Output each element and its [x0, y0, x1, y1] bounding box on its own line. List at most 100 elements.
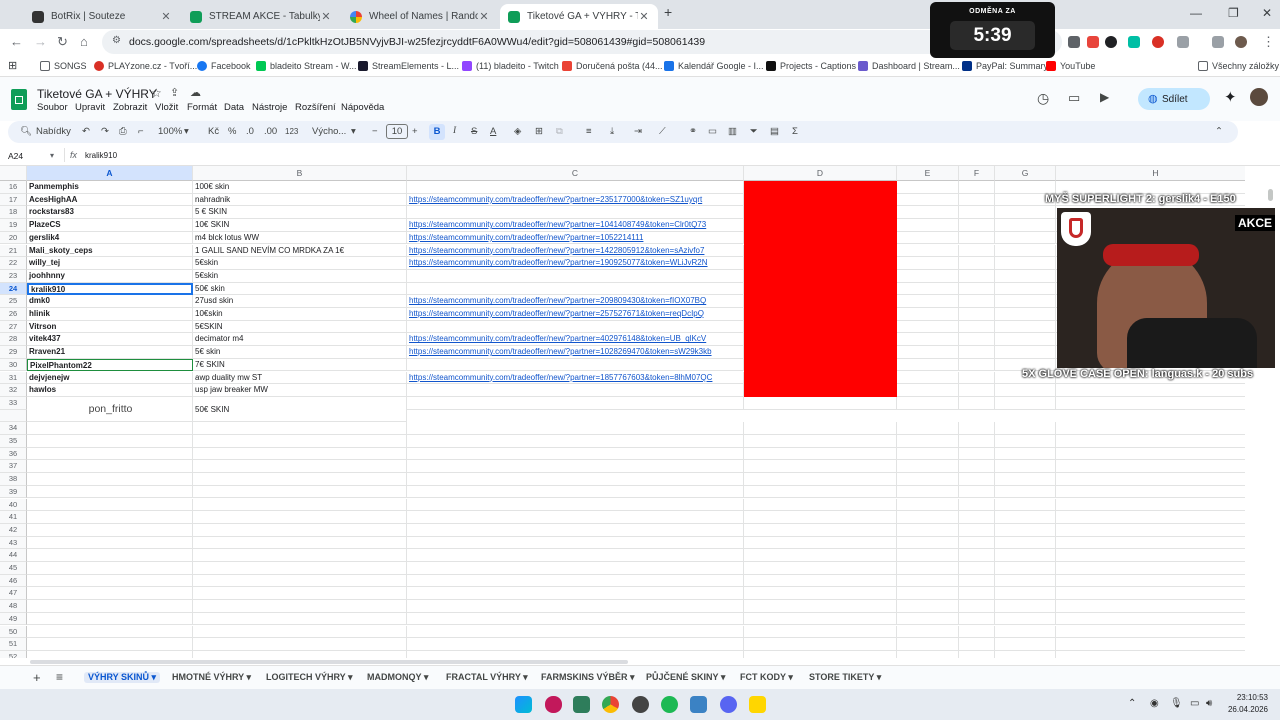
sheet-tab-hmotne-vyhry[interactable]: HMOTNÉ VÝHRY ▾ — [172, 672, 251, 683]
media-icon[interactable] — [1212, 36, 1224, 48]
cell-empty[interactable] — [744, 435, 897, 448]
cell-name[interactable]: rockstars83 — [27, 206, 193, 220]
row-header[interactable]: 51 — [0, 638, 27, 651]
cell-empty[interactable] — [897, 473, 959, 486]
menu-rozsireni[interactable]: Rozšíření — [295, 102, 336, 113]
cell-empty[interactable] — [959, 460, 995, 474]
cell-empty[interactable] — [27, 562, 193, 575]
cell-empty[interactable] — [27, 600, 193, 613]
cell-empty[interactable] — [897, 219, 959, 232]
cell-empty[interactable] — [959, 625, 995, 639]
increase-decimal-button[interactable]: .00 — [264, 126, 277, 137]
clock-time[interactable]: 23:10:53 — [1226, 693, 1268, 702]
cell-empty[interactable] — [27, 536, 193, 550]
row-header[interactable]: 25 — [0, 295, 27, 308]
cell-empty[interactable] — [995, 447, 1056, 461]
close-icon[interactable]: ✕ — [638, 10, 650, 23]
cell-empty[interactable] — [744, 600, 897, 613]
bookmark-facebook[interactable]: Facebook — [197, 61, 251, 71]
browser-tab-tiketove-ga[interactable]: Tiketové GA + VÝHRY - Tabulky ✕ — [500, 4, 658, 29]
cell-prize[interactable]: 5 € SKIN — [193, 206, 407, 220]
cell-empty[interactable] — [995, 396, 1056, 410]
cell-empty[interactable] — [959, 574, 995, 588]
cell-empty[interactable] — [897, 460, 959, 474]
cell-prize[interactable]: 27usd skin — [193, 295, 407, 308]
cell-empty[interactable] — [744, 612, 897, 626]
row-header[interactable]: 26 — [0, 308, 27, 321]
cell-empty[interactable] — [959, 269, 995, 283]
cell-empty[interactable] — [959, 358, 995, 372]
cell-trade-link[interactable] — [407, 206, 744, 220]
cell-trade-link[interactable]: https://steamcommunity.com/tradeoffer/ne… — [407, 333, 744, 347]
volume-icon[interactable]: 🔊︎ — [1206, 698, 1212, 709]
star-icon[interactable]: ☆ — [151, 86, 162, 100]
cell-empty[interactable] — [744, 650, 897, 658]
cell-empty[interactable] — [193, 422, 407, 435]
cell-empty[interactable] — [897, 447, 959, 461]
cell-empty[interactable] — [407, 447, 744, 461]
cell-empty[interactable] — [959, 523, 995, 537]
cell-prize[interactable]: 5€skin — [193, 269, 407, 283]
cell-empty[interactable] — [995, 473, 1056, 486]
share-button[interactable]: ◍ Sdílet — [1138, 88, 1210, 110]
cell-empty[interactable] — [959, 181, 995, 194]
cell-empty[interactable] — [1056, 537, 1245, 550]
sheet-tab-pujcene-skiny[interactable]: PŮJČENÉ SKINY ▾ — [646, 672, 725, 683]
row-header[interactable]: 23 — [0, 269, 27, 283]
browser-tab-stream-akce[interactable]: STREAM AKCE - Tabulky Googl ✕ — [182, 4, 340, 29]
cell-empty[interactable] — [959, 638, 995, 651]
strikethrough-icon[interactable]: S — [471, 126, 477, 137]
cell-trade-link[interactable] — [407, 384, 744, 397]
extension-icon[interactable] — [1068, 36, 1080, 48]
cell-empty[interactable] — [407, 422, 744, 435]
kebab-menu-icon[interactable]: ⋮ — [1262, 34, 1275, 50]
cell-empty[interactable] — [744, 485, 897, 499]
cell-empty[interactable] — [1056, 486, 1245, 499]
cell-empty[interactable] — [407, 587, 744, 601]
cell-trade-link[interactable] — [407, 181, 744, 194]
row-header[interactable]: 29 — [0, 346, 27, 359]
bookmark-twitch[interactable]: (11) bladeito - Twitch — [462, 61, 559, 71]
cell-empty[interactable] — [995, 549, 1056, 562]
cell-empty[interactable] — [407, 536, 744, 550]
cell-empty[interactable] — [193, 638, 407, 651]
cell-prize[interactable]: 5€SKIN — [193, 320, 407, 334]
cell-trade-link[interactable] — [407, 396, 744, 410]
cell-prize[interactable]: 50€ SKIN — [193, 396, 407, 422]
cell-empty[interactable] — [897, 600, 959, 613]
decrease-decimal-button[interactable]: .0 — [246, 126, 254, 137]
cell-name[interactable]: hlinik — [27, 308, 193, 321]
cell-empty[interactable] — [744, 587, 897, 601]
merge-cells-icon[interactable]: ⧉ — [556, 126, 563, 137]
bold-icon[interactable]: B — [429, 124, 445, 140]
column-header-g[interactable]: G — [995, 166, 1056, 181]
meet-icon[interactable]: ▶︎ — [1100, 90, 1109, 104]
cell-empty[interactable] — [27, 447, 193, 461]
cell-empty[interactable] — [27, 460, 193, 474]
cell-empty[interactable] — [407, 574, 744, 588]
cell-empty[interactable] — [959, 498, 995, 512]
cell-empty[interactable] — [959, 485, 995, 499]
row-header[interactable]: 18 — [0, 206, 27, 220]
cell-empty[interactable] — [897, 320, 959, 334]
cell-prize[interactable]: 50€ skin — [193, 282, 407, 296]
cell-empty[interactable] — [995, 498, 1056, 512]
search-menus-icon[interactable]: 🔍︎ — [20, 126, 32, 137]
cell-empty[interactable] — [27, 549, 193, 562]
cell-empty[interactable] — [407, 600, 744, 613]
bookmark-paypal[interactable]: PayPal: Summary — [962, 61, 1048, 71]
menu-upravit[interactable]: Upravit — [75, 102, 105, 113]
cell-empty[interactable] — [193, 536, 407, 550]
sheet-tab-logitech-vyhry[interactable]: LOGITECH VÝHRY ▾ — [266, 672, 353, 683]
cell-empty[interactable] — [193, 435, 407, 448]
cell-empty[interactable] — [1056, 562, 1245, 575]
text-rotation-icon[interactable]: ⟋ — [659, 126, 666, 137]
row-header[interactable]: 48 — [0, 600, 27, 613]
bookmark-gmail[interactable]: Doručená pošta (44... — [562, 61, 663, 71]
site-info-icon[interactable]: ⚙ — [112, 35, 121, 46]
cell-empty[interactable] — [27, 638, 193, 651]
cell-empty[interactable] — [897, 612, 959, 626]
cell-prize[interactable]: decimator m4 — [193, 333, 407, 347]
cell-name[interactable]: joohhnny — [27, 269, 193, 283]
sheet-tab-fct-kody[interactable]: FCT KODY ▾ — [740, 672, 793, 683]
